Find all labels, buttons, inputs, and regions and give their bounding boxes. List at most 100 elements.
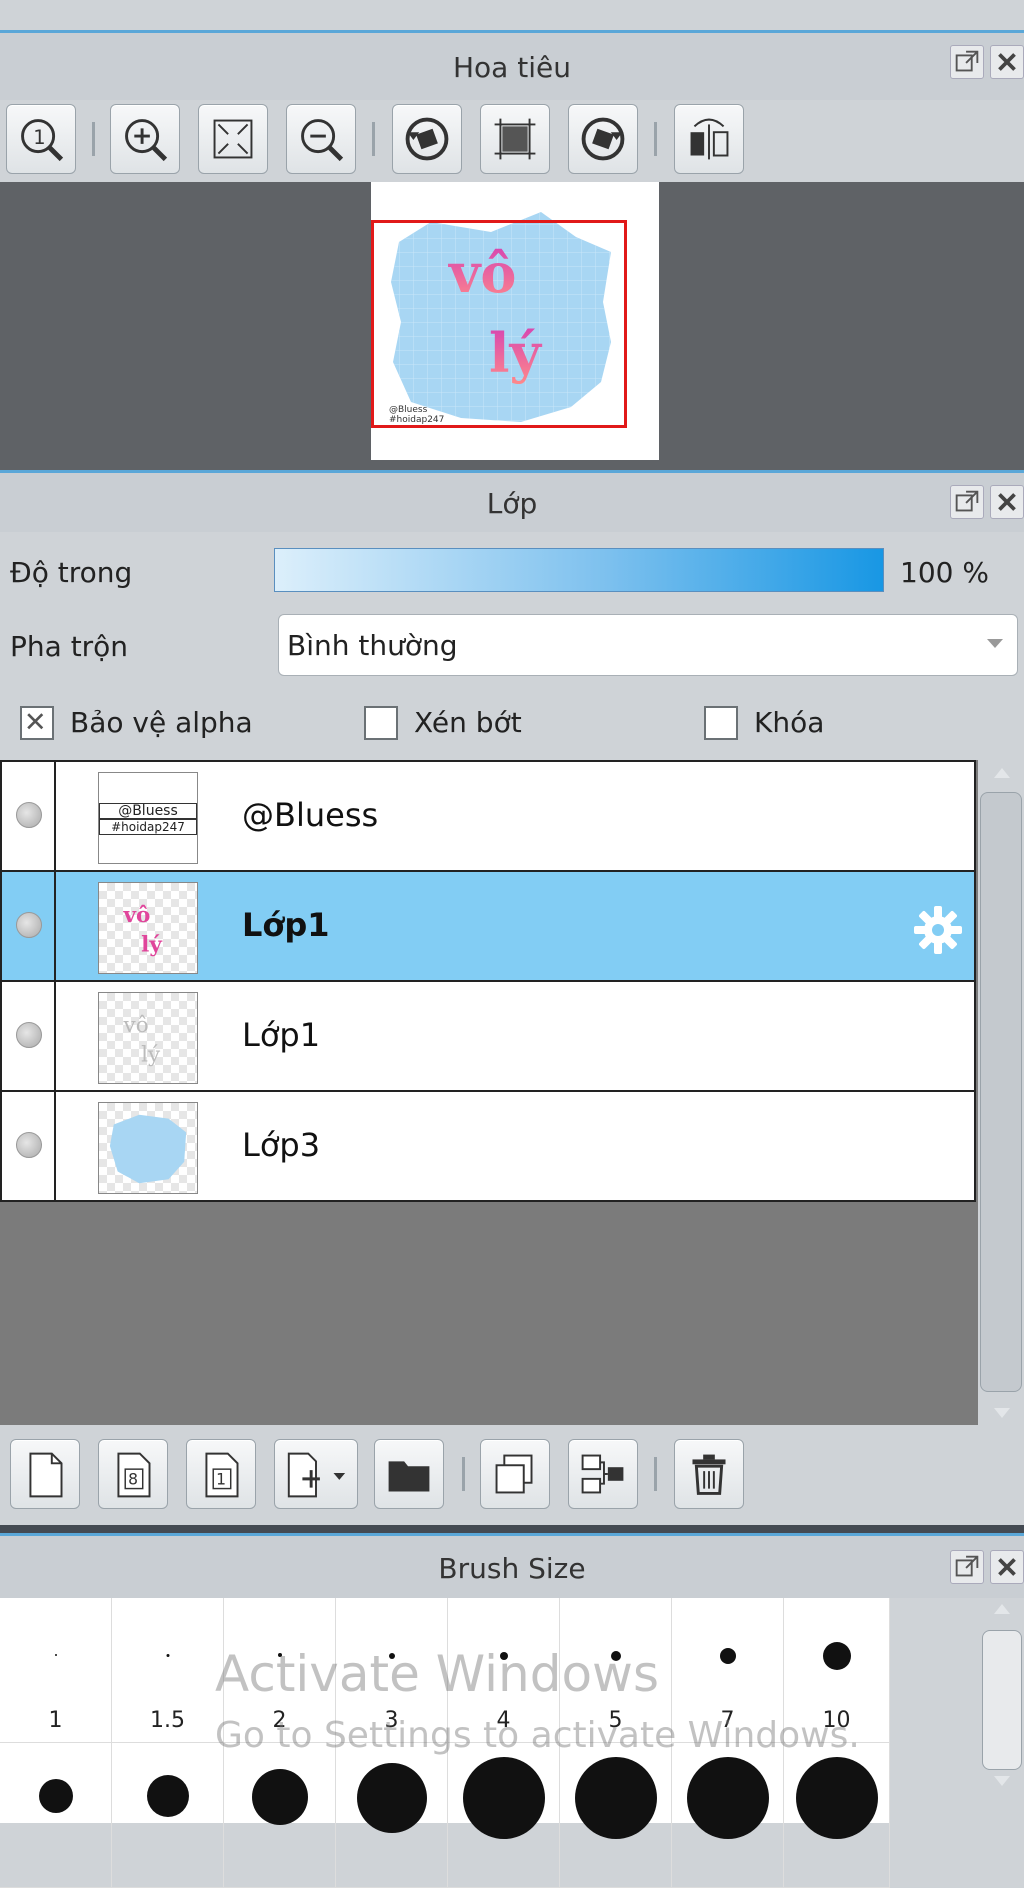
activation-watermark-title: Activate Windows: [215, 1645, 659, 1703]
brush-dot: [146, 1775, 189, 1817]
visibility-toggle[interactable]: [2, 762, 56, 870]
scroll-up-icon[interactable]: [994, 1604, 1010, 1614]
toolbar-separator: [462, 1457, 465, 1491]
layer-list[interactable]: @Bluess #hoidap247 @Bluess vô lý Lớp1 vô l…: [0, 760, 978, 1425]
layer-thumbnail: [98, 1102, 198, 1194]
layer-name: Lớp1: [242, 906, 330, 944]
undock-icon[interactable]: [950, 45, 984, 79]
rotate-left-icon[interactable]: [392, 104, 462, 174]
scroll-down-icon[interactable]: [994, 1776, 1010, 1786]
folder-icon[interactable]: [374, 1439, 444, 1509]
clipping-checkbox[interactable]: [364, 706, 398, 740]
chevron-down-icon: [987, 639, 1003, 648]
undock-icon[interactable]: [950, 485, 984, 519]
gear-icon[interactable]: [912, 904, 964, 956]
brush-dot: [574, 1757, 657, 1839]
layer-name: Lớp1: [242, 1016, 321, 1054]
visibility-toggle[interactable]: [2, 1092, 56, 1200]
svg-text:lý: lý: [141, 1042, 161, 1067]
flip-horizontal-icon[interactable]: [674, 104, 744, 174]
svg-text:8: 8: [128, 1471, 138, 1489]
svg-text:lý: lý: [141, 932, 163, 957]
layer-panel-title: Lớp: [486, 487, 538, 520]
layer-row[interactable]: Lớp3: [0, 1090, 976, 1202]
brush-size-cell[interactable]: [672, 1743, 784, 1888]
svg-text:1: 1: [33, 126, 45, 149]
new-1bit-layer-icon[interactable]: 1: [186, 1439, 256, 1509]
brush-size-cell[interactable]: 1: [0, 1598, 112, 1743]
brush-dot: [822, 1642, 851, 1670]
new-8bit-layer-icon[interactable]: 8: [98, 1439, 168, 1509]
brush-size-cell[interactable]: [560, 1743, 672, 1888]
new-layer-icon[interactable]: [10, 1439, 80, 1509]
viewport-rectangle[interactable]: [371, 220, 627, 428]
toolbar-separator: [92, 122, 95, 156]
layer-row[interactable]: vô lý Lớp1: [0, 980, 976, 1092]
thumb-text-1: @Bluess: [99, 803, 197, 819]
brush-size-cell[interactable]: [0, 1743, 112, 1888]
zoom-actual-icon[interactable]: 1: [6, 104, 76, 174]
brush-size-cell[interactable]: [336, 1743, 448, 1888]
brush-dot: [54, 1654, 57, 1656]
thumb-text-2: #hoidap247: [99, 819, 197, 835]
svg-text:vô: vô: [123, 903, 151, 928]
zoom-in-icon[interactable]: [110, 104, 180, 174]
brush-dot: [719, 1648, 736, 1664]
undock-icon[interactable]: [950, 1550, 984, 1584]
scroll-down-icon[interactable]: [994, 1408, 1010, 1418]
close-icon[interactable]: [990, 1550, 1024, 1584]
brush-size-grid[interactable]: 1 1.5 2 3 4 5 7 10: [0, 1598, 890, 1888]
brush-size-cell[interactable]: [784, 1743, 890, 1888]
toolbar-separator: [654, 122, 657, 156]
rotate-right-icon[interactable]: [568, 104, 638, 174]
layer-row[interactable]: @Bluess #hoidap247 @Bluess: [0, 760, 976, 872]
brush-size-cell[interactable]: [448, 1743, 560, 1888]
toolbar-separator: [372, 122, 375, 156]
brush-dot: [795, 1757, 878, 1839]
delete-layer-icon[interactable]: [674, 1439, 744, 1509]
blend-mode-select[interactable]: Bình thường: [278, 614, 1018, 676]
visibility-toggle[interactable]: [2, 872, 56, 980]
lock-checkbox[interactable]: [704, 706, 738, 740]
visibility-toggle[interactable]: [2, 982, 56, 1090]
blend-label: Pha trộn: [10, 630, 129, 663]
scroll-up-icon[interactable]: [994, 768, 1010, 778]
brush-scrollbar[interactable]: [980, 1598, 1024, 1823]
layer-name: @Bluess: [242, 796, 379, 834]
opacity-slider[interactable]: [274, 548, 884, 592]
brush-size-label: 1: [48, 1708, 63, 1733]
fit-screen-icon[interactable]: [198, 104, 268, 174]
brush-size-title: Brush Size: [438, 1552, 586, 1585]
visibility-icon: [16, 802, 42, 828]
activation-watermark-subtitle: Go to Settings to activate Windows.: [215, 1715, 860, 1756]
protect-alpha-label: Bảo vệ alpha: [70, 706, 253, 739]
navigator-toolbar: 1: [0, 100, 1024, 182]
layer-scrollbar-thumb[interactable]: [980, 792, 1022, 1392]
navigator-title: Hoa tiêu: [453, 51, 571, 84]
merge-layer-icon[interactable]: [568, 1439, 638, 1509]
layer-name: Lớp3: [242, 1126, 321, 1164]
svg-text:vô: vô: [123, 1013, 149, 1038]
layer-toolbar: 8 1: [0, 1425, 1024, 1525]
toolbar-separator: [654, 1457, 657, 1491]
visibility-icon: [16, 912, 42, 938]
canvas-preview: vô lý @Bluess #hoidap247: [371, 182, 659, 460]
add-layer-dropdown-icon[interactable]: [274, 1439, 358, 1509]
zoom-out-icon[interactable]: [286, 104, 356, 174]
reset-rotation-icon[interactable]: [480, 104, 550, 174]
layer-row-selected[interactable]: vô lý Lớp1: [0, 870, 976, 982]
navigator-preview-area[interactable]: vô lý @Bluess #hoidap247: [0, 182, 1024, 470]
brush-dot: [462, 1757, 545, 1839]
brush-scrollbar-thumb[interactable]: [982, 1630, 1022, 1770]
brush-dot: [251, 1769, 308, 1825]
close-icon[interactable]: [990, 485, 1024, 519]
brush-size-cell[interactable]: 1.5: [112, 1598, 224, 1743]
protect-alpha-checkbox[interactable]: [20, 706, 54, 740]
close-icon[interactable]: [990, 45, 1024, 79]
brush-dot: [166, 1654, 169, 1657]
brush-size-cell[interactable]: [224, 1743, 336, 1888]
opacity-label: Độ trong: [10, 556, 133, 589]
brush-size-cell[interactable]: [112, 1743, 224, 1888]
duplicate-layer-icon[interactable]: [480, 1439, 550, 1509]
lock-label: Khóa: [754, 706, 825, 739]
